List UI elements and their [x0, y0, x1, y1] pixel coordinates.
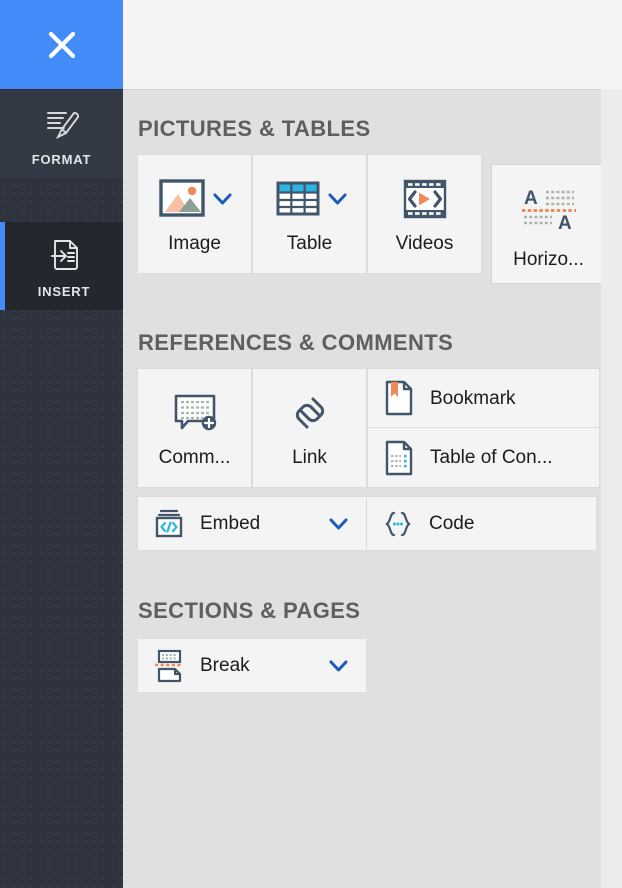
tile-label: Break	[200, 655, 250, 676]
comment-add-icon	[174, 394, 216, 431]
insert-link-button[interactable]: Link	[252, 368, 367, 488]
chevron-down-icon[interactable]	[329, 517, 348, 531]
insert-table-of-contents-button[interactable]: Table of Con...	[367, 428, 600, 488]
insert-break-button[interactable]: Break	[137, 638, 367, 693]
insert-horizontal-line-button[interactable]: A A Horizo...	[491, 164, 606, 284]
sidebar-item-label: FORMAT	[31, 152, 92, 167]
tile-label: Embed	[200, 513, 261, 534]
close-icon	[48, 31, 75, 58]
tile-label: Table	[286, 233, 333, 254]
section-heading-references-comments: REFERENCES & COMMENTS	[138, 330, 454, 355]
svg-text:A: A	[524, 188, 538, 209]
code-braces-icon	[385, 511, 411, 536]
insert-image-button[interactable]: Image	[137, 154, 252, 274]
pictures-tables-grid: Image Table Videos A A Horizo...	[137, 154, 606, 284]
table-of-contents-icon	[385, 440, 413, 475]
bookmark-icon	[385, 380, 413, 416]
sidebar-item-insert[interactable]: INSERT	[0, 222, 123, 310]
sidebar-item-format[interactable]: FORMAT	[0, 90, 123, 178]
embed-code-icon	[155, 509, 183, 537]
tile-label: Horizo...	[513, 249, 584, 270]
insert-document-icon	[51, 240, 78, 270]
insert-code-button[interactable]: Code	[367, 496, 597, 551]
insert-videos-button[interactable]: Videos	[367, 154, 482, 274]
tile-label: Code	[429, 513, 475, 534]
insert-panel-window: FORMAT INSERT PICTURES & TABLES Image Ta…	[0, 0, 622, 888]
insert-embed-button[interactable]: Embed	[137, 496, 367, 551]
insert-bookmark-button[interactable]: Bookmark	[367, 368, 600, 428]
section-heading-pictures-tables: PICTURES & TABLES	[138, 116, 371, 141]
tile-label: Bookmark	[430, 387, 516, 409]
tile-label: Image	[168, 233, 221, 254]
section-heading-sections-pages: SECTIONS & PAGES	[138, 598, 361, 623]
tile-label: Table of Con...	[430, 447, 553, 468]
table-icon	[276, 181, 320, 216]
video-icon	[403, 179, 446, 219]
chevron-down-icon[interactable]	[213, 192, 232, 206]
tile-label: Videos	[395, 233, 454, 254]
tile-label: Comm...	[158, 447, 231, 468]
page-break-icon	[155, 649, 183, 682]
svg-text:A: A	[558, 213, 572, 234]
tile-label: Link	[292, 447, 327, 468]
references-stacked-tiles: Bookmark Table of Con...	[367, 368, 600, 488]
references-comments-grid: Comm... Link Bookmark Table of Con... Em…	[137, 368, 600, 551]
panel-header-strip	[123, 0, 622, 89]
chevron-down-icon[interactable]	[329, 659, 348, 673]
image-icon	[159, 179, 205, 217]
close-panel-button[interactable]	[0, 0, 123, 89]
insert-table-button[interactable]: Table	[252, 154, 367, 274]
sidebar-item-label: INSERT	[37, 284, 91, 299]
paintbrush-icon	[46, 112, 79, 140]
chevron-down-icon[interactable]	[328, 192, 347, 206]
left-rail: FORMAT INSERT	[0, 0, 123, 888]
horizontal-line-icon: A A	[521, 188, 576, 234]
link-icon	[295, 397, 324, 429]
sections-pages-grid: Break	[137, 638, 367, 693]
insert-comment-button[interactable]: Comm...	[137, 368, 252, 488]
panel-right-edge	[601, 89, 622, 888]
insert-panel-content: PICTURES & TABLES Image Table Videos A A…	[123, 89, 606, 888]
